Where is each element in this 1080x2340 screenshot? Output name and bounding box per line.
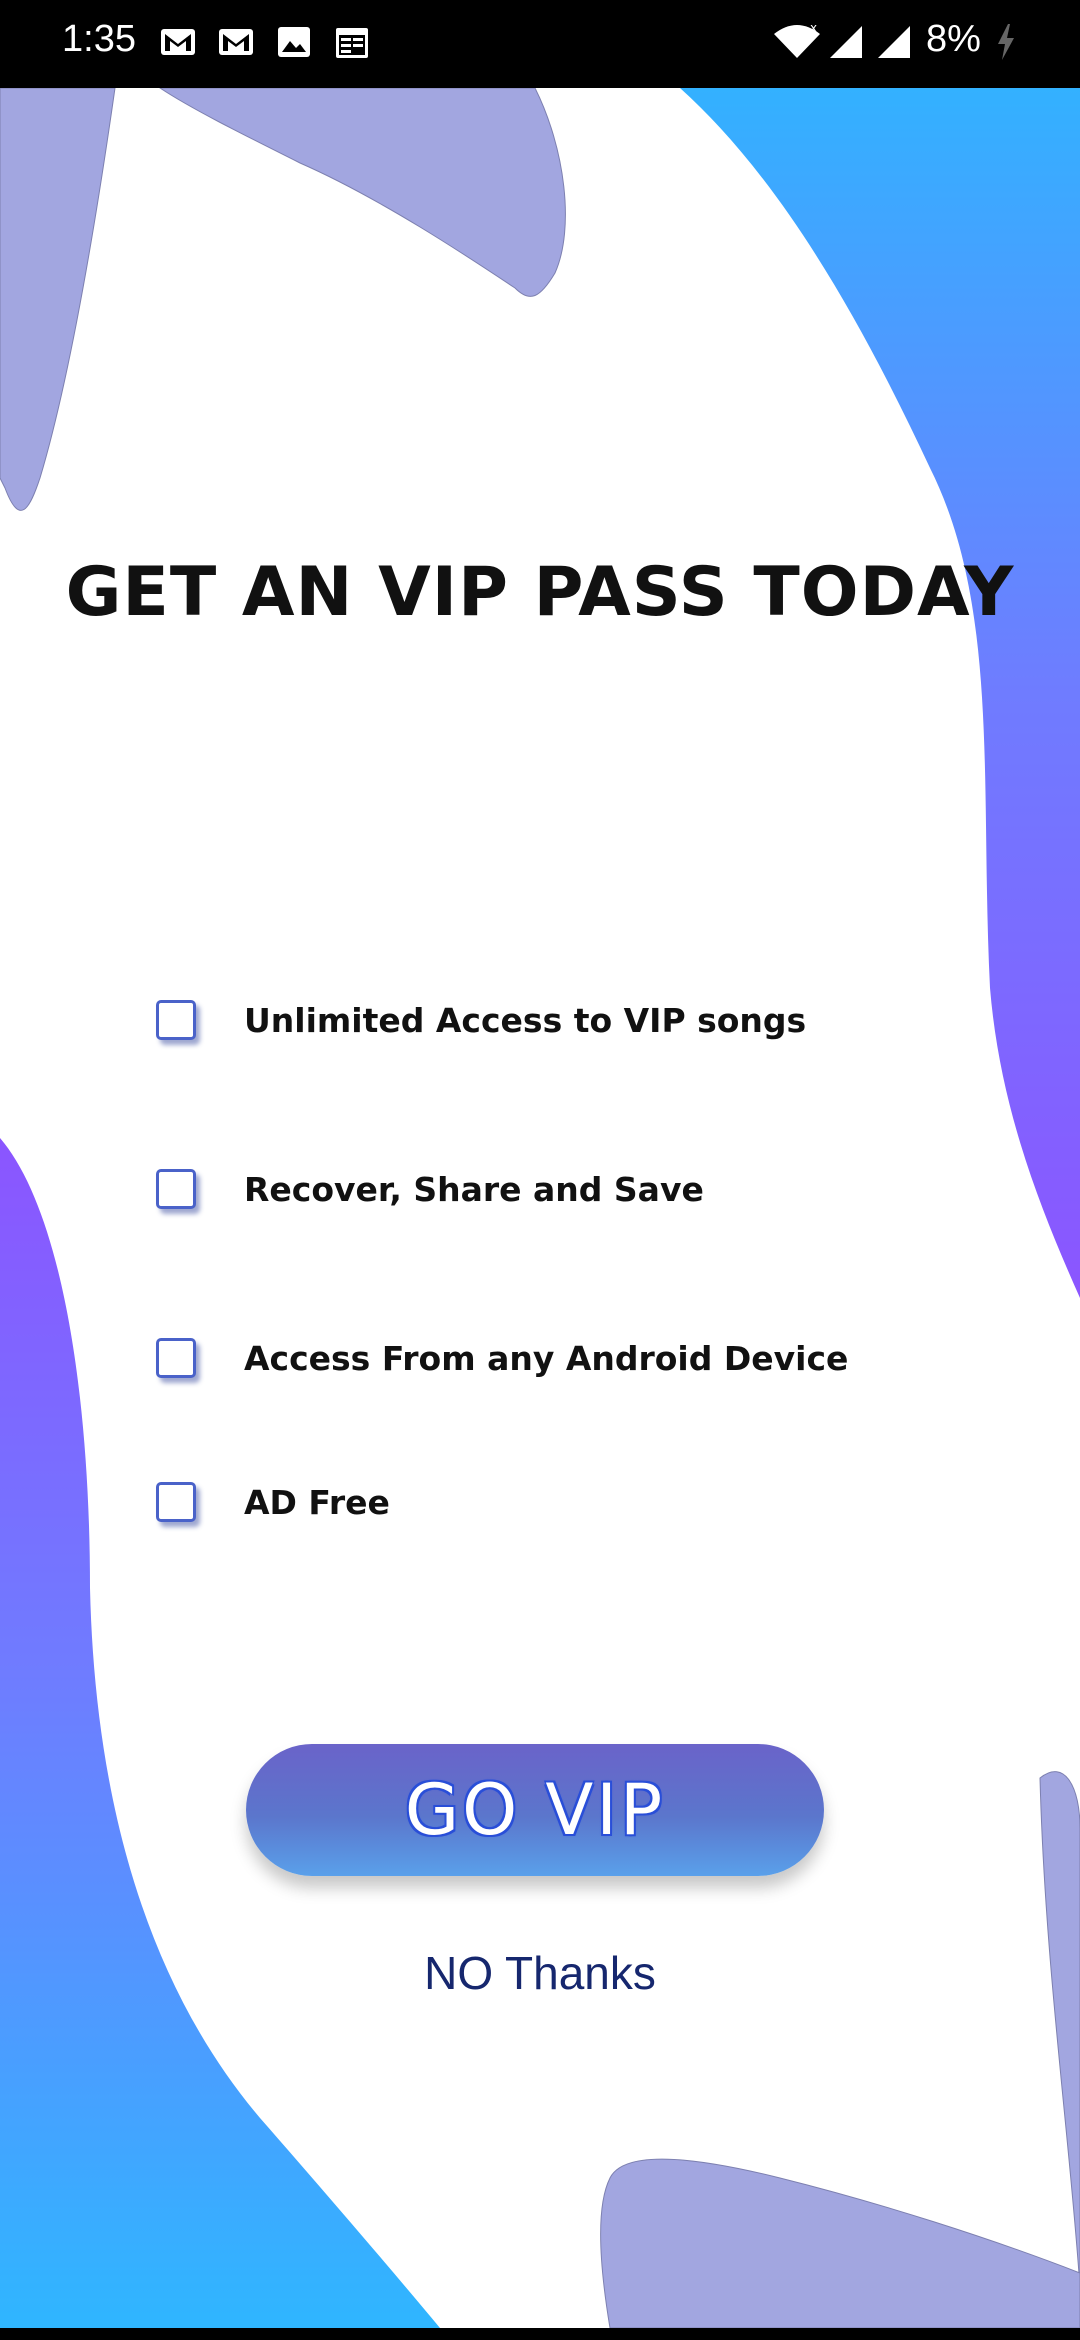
feature-checkbox[interactable] — [156, 1338, 196, 1378]
feature-checkbox[interactable] — [156, 1482, 196, 1522]
feature-label: Unlimited Access to VIP songs — [244, 1000, 807, 1040]
battery-percent: 8% — [926, 18, 981, 60]
image-icon — [278, 27, 310, 57]
feature-checkbox[interactable] — [156, 1000, 196, 1040]
calendar-icon — [336, 28, 368, 58]
gmail-icon — [219, 29, 253, 55]
feature-label: AD Free — [244, 1482, 390, 1522]
status-time: 1:35 — [62, 18, 136, 60]
feature-item-any-android-device[interactable]: Access From any Android Device — [156, 1328, 848, 1388]
feature-item-ad-free[interactable]: AD Free — [156, 1472, 390, 1532]
wifi-icon: x — [774, 22, 820, 58]
no-thanks-link[interactable]: NO Thanks — [0, 1946, 1080, 2000]
navigation-bar-edge — [0, 2328, 1080, 2340]
go-vip-label: GO VIP — [404, 1769, 666, 1851]
feature-item-unlimited-access[interactable]: Unlimited Access to VIP songs — [156, 990, 806, 1050]
battery-charging-icon — [998, 24, 1014, 60]
cellular-signal-icon — [878, 26, 910, 58]
gmail-icon — [161, 29, 195, 55]
page-title: GET AN VIP PASS TODAY — [65, 553, 1015, 632]
screen: 1:35 x 8% GET AN VIP PASS TODAY Unlimite… — [0, 0, 1080, 2340]
feature-item-recover-share-save[interactable]: Recover, Share and Save — [156, 1159, 704, 1219]
cellular-signal-icon — [830, 26, 862, 58]
vip-promo-screen: GET AN VIP PASS TODAY Unlimited Access t… — [0, 88, 1080, 2328]
svg-text:x: x — [810, 22, 817, 35]
feature-label: Recover, Share and Save — [244, 1169, 704, 1209]
feature-checkbox[interactable] — [156, 1169, 196, 1209]
go-vip-button[interactable]: GO VIP — [246, 1744, 824, 1876]
status-bar: 1:35 x 8% — [0, 0, 1080, 88]
feature-label: Access From any Android Device — [244, 1338, 849, 1378]
